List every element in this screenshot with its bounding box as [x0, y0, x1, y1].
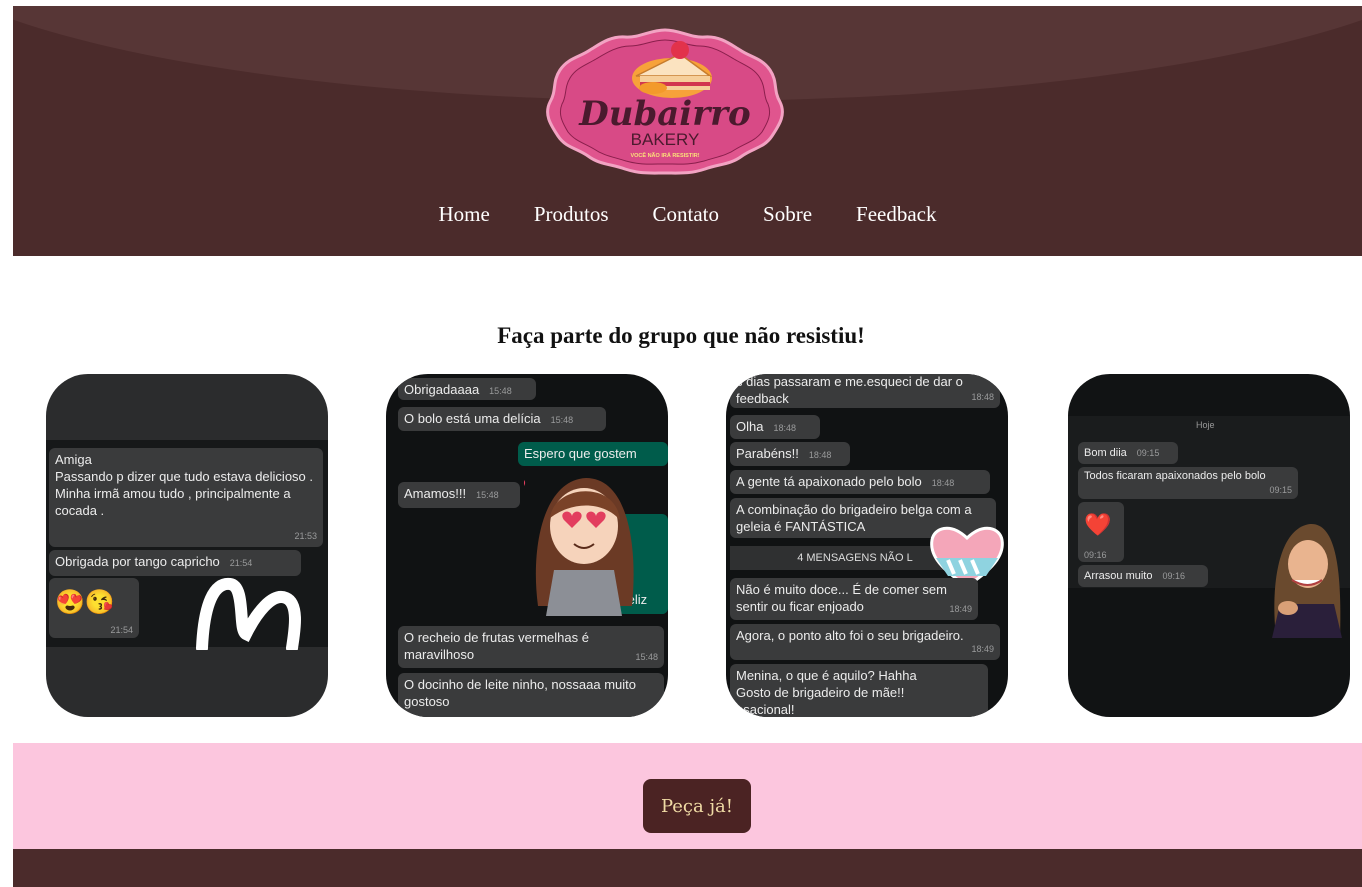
chat-bubble: O bolo está uma delícia 15:48	[398, 407, 606, 431]
nav-sobre-link[interactable]: Sobre	[763, 202, 812, 227]
sticker-girl-hearts	[524, 478, 634, 616]
logo-subtitle: BAKERY	[631, 130, 700, 149]
site-header: Dubairro BAKERY VOCÊ NÃO IRÁ RESISTIR! H…	[13, 6, 1362, 256]
chat-bubble: Obrigada por tango capricho 21:54	[49, 550, 301, 576]
chat-bubble: Todos ficaram apaixonados pelo bolo 09:15	[1078, 467, 1298, 499]
chat-bubble: Amamos!!! 15:48	[398, 482, 520, 508]
nav-contato-link[interactable]: Contato	[653, 202, 720, 227]
order-now-button[interactable]: Peça já!	[643, 779, 751, 833]
logo-tagline: VOCÊ NÃO IRÁ RESISTIR!	[630, 151, 699, 159]
chat-bubble: O recheio de frutas vermelhas é maravilh…	[398, 626, 664, 668]
site-footer	[13, 849, 1362, 887]
chat-bubble: Parabéns!! 18:48	[730, 442, 850, 466]
chat-bubble-sent: Espero que gostem	[518, 442, 668, 466]
chat-bubble: s dias passaram e me.esqueci de dar o fe…	[730, 374, 1000, 408]
chat-bubble: Não é muito doce... É de comer sem senti…	[730, 578, 978, 620]
chat-bubble: Menina, o que é aquilo? Hahha Gosto de b…	[730, 664, 988, 717]
nav-feedback-link[interactable]: Feedback	[856, 202, 936, 227]
bakery-logo[interactable]: Dubairro BAKERY VOCÊ NÃO IRÁ RESISTIR!	[540, 24, 790, 179]
sticker-woman-photo	[1272, 523, 1342, 638]
main-nav: Home Produtos Contato Sobre Feedback	[13, 202, 1362, 227]
testimonial-card-1: Amiga Passando p dizer que tudo estava d…	[46, 374, 328, 717]
chat-bubble: A gente tá apaixonado pelo bolo 18:48	[730, 470, 990, 494]
testimonial-card-2: Obrigadaaaa 15:48 O bolo está uma delícia…	[386, 374, 668, 717]
chat-bubble: Bom diia 09:15	[1078, 442, 1178, 464]
chat-bubble: Obrigadaaaa 15:48	[398, 378, 536, 400]
section-title: Faça parte do grupo que não resistiu!	[497, 323, 865, 348]
nav-produtos-link[interactable]: Produtos	[534, 202, 609, 227]
chat-bubble: Amiga Passando p dizer que tudo estava d…	[49, 448, 323, 547]
logo-wordmark: Dubairro	[578, 94, 750, 134]
testimonial-card-4: Hoje Bom diia 09:15 Todos ficaram apaixon…	[1068, 374, 1350, 717]
nav-home-link[interactable]: Home	[439, 202, 490, 227]
sticker-scribble	[196, 577, 301, 650]
chat-bubble-emoji: 😍😘 21:54	[49, 578, 139, 638]
chat-bubble: Arrasou muito 09:16	[1078, 565, 1208, 587]
chat-bubble-emoji: ❤️ 09:16	[1078, 502, 1124, 562]
chat-bubble: Agora, o ponto alto foi o seu brigadeiro…	[730, 624, 1000, 660]
chat-bubble: O docinho de leite ninho, nossaaa muito …	[398, 673, 664, 717]
testimonial-card-3: s dias passaram e me.esqueci de dar o fe…	[726, 374, 1008, 717]
date-separator: Hoje	[1196, 420, 1215, 430]
chat-bubble: Olha 18:48	[730, 415, 820, 439]
